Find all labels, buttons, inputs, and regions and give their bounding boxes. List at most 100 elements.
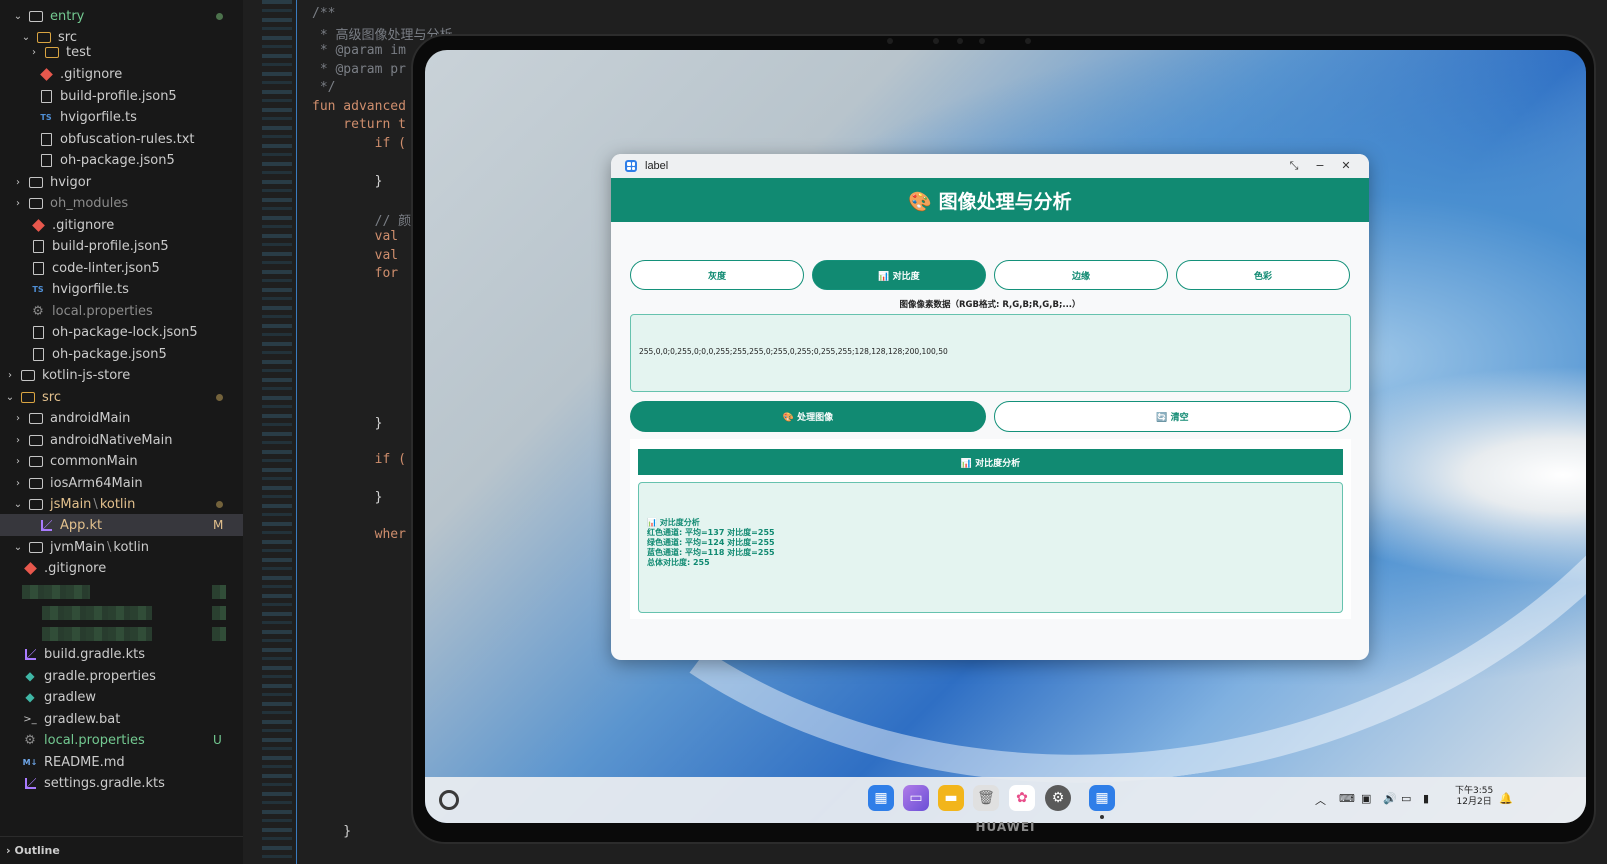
chevron-right-icon: ›: [6, 844, 11, 857]
launcher-icon[interactable]: ▦: [868, 785, 894, 811]
tree-label: .gitignore: [60, 66, 123, 82]
tree-label: entry: [50, 8, 85, 24]
pixel-data-input[interactable]: 255,0,0;0,255,0;0,0,255;255,255,0;255,0,…: [630, 314, 1351, 392]
tab-edge[interactable]: 边缘: [994, 260, 1168, 290]
tree-folder-androidmain[interactable]: › androidMain: [0, 407, 243, 429]
process-image-button[interactable]: 🎨 处理图像: [630, 401, 986, 432]
tree-folder-kotlin-js-store[interactable]: › kotlin-js-store: [0, 364, 243, 386]
chevron-right-icon: ›: [16, 434, 20, 446]
result-title: 📊 对比度分析: [638, 449, 1343, 475]
tree-file-build-gradle[interactable]: build.gradle.kts: [0, 643, 243, 665]
battery-icon[interactable]: ▮: [1423, 792, 1429, 805]
files-icon[interactable]: ▬: [938, 785, 964, 811]
folder-icon: [28, 476, 44, 490]
tree-file-obfuscation[interactable]: obfuscation-rules.txt: [0, 128, 243, 150]
code-line: val: [312, 248, 399, 263]
tree-file-oh-package[interactable]: oh-package.json5: [0, 149, 243, 171]
chevron-up-icon[interactable]: ︿: [1315, 792, 1326, 808]
tree-file-local-properties[interactable]: ⚙ local.properties U: [0, 729, 243, 751]
trash-icon[interactable]: 🗑: [973, 785, 999, 811]
clear-button[interactable]: 🔄 清空: [994, 401, 1351, 432]
chevron-down-icon: ⌄: [5, 391, 15, 403]
gallery-icon[interactable]: ▭: [903, 785, 929, 811]
close-window-button[interactable]: ✕: [1338, 158, 1354, 174]
tree-file-gradle-properties[interactable]: ◆ gradle.properties: [0, 665, 243, 687]
tree-file-readme[interactable]: M↓ README.md: [0, 751, 243, 773]
tab-grayscale[interactable]: 灰度: [630, 260, 804, 290]
tree-file-gitignore[interactable]: .gitignore: [0, 214, 243, 236]
taskbar: ▦ ▭ ▬ 🗑 ✿ ⚙ ▦ ︿ ⌨ ▣ 🔊 ▭ ▮ 下午3:55 12月2日 🔔: [425, 777, 1586, 823]
tree-label: kotlin-js-store: [42, 367, 131, 383]
code-line: }: [312, 824, 352, 839]
tree-file-gitignore[interactable]: .gitignore: [0, 557, 243, 579]
bell-icon[interactable]: 🔔: [1499, 792, 1513, 805]
pixel-data-label: 图像像素数据（RGB格式: R,G,B;R,G,B;...）: [899, 300, 1081, 310]
tree-folder-androidnativemain[interactable]: › androidNativeMain: [0, 429, 243, 451]
tree-label: .gitignore: [44, 560, 107, 576]
git-badge: M: [213, 518, 224, 532]
tree-file-app-kt[interactable]: App.kt M: [0, 514, 243, 536]
tree-label: build-profile.json5: [52, 238, 169, 254]
tree-file-oh-package[interactable]: oh-package.json5: [0, 343, 243, 365]
tree-file-gitignore[interactable]: .gitignore: [0, 63, 243, 85]
tree-file-build-profile[interactable]: build-profile.json5: [0, 235, 243, 257]
tree-file-hvigorfile[interactable]: TS hvigorfile.ts: [0, 278, 243, 300]
start-circle-icon[interactable]: [439, 790, 459, 810]
tree-file-oh-package-lock[interactable]: oh-package-lock.json5: [0, 321, 243, 343]
file-icon: [30, 325, 46, 339]
typescript-icon: TS: [32, 284, 44, 294]
tree-label: test: [66, 44, 91, 60]
ime-icon[interactable]: ▣: [1361, 792, 1371, 805]
outline-section-header[interactable]: › Outline: [0, 836, 243, 864]
tree-file-gradlew-bat[interactable]: >_ gradlew.bat: [0, 708, 243, 730]
tree-folder-jvmmain[interactable]: ⌄ jvmMain \ kotlin: [0, 536, 243, 558]
tree-folder-entry[interactable]: ⌄ entry: [0, 5, 243, 27]
tree-folder-src[interactable]: ⌄ src: [0, 386, 243, 408]
tree-file-hvigorfile[interactable]: TS hvigorfile.ts: [0, 106, 243, 128]
folder-icon: [28, 540, 44, 554]
tree-sublabel: kotlin: [113, 539, 149, 555]
tree-folder-hvigor[interactable]: › hvigor: [0, 171, 243, 193]
tree-file-settings-gradle[interactable]: settings.gradle.kts: [0, 772, 243, 794]
app-icon[interactable]: ▦: [1089, 785, 1115, 811]
gear-icon: ⚙: [32, 303, 44, 319]
code-line: }: [312, 174, 383, 189]
file-icon: [30, 239, 46, 253]
code-line: }: [312, 490, 383, 505]
display-icon[interactable]: ▭: [1401, 792, 1411, 805]
result-line: 蓝色通道: 平均=118 对比度=255: [647, 548, 775, 557]
page-title: 🎨 图像处理与分析: [611, 178, 1369, 222]
tab-color[interactable]: 色彩: [1176, 260, 1350, 290]
clock-date: 12月2日: [1456, 797, 1492, 807]
source-folder-icon: [44, 45, 60, 59]
tree-label: local.properties: [52, 303, 153, 319]
tree-folder-jsmain[interactable]: ⌄ jsMain \ kotlin: [0, 493, 243, 515]
tree-folder-commonmain[interactable]: › commonMain: [0, 450, 243, 472]
photos-icon[interactable]: ✿: [1009, 785, 1035, 811]
tree-folder-iosarm64main[interactable]: › iosArm64Main: [0, 472, 243, 494]
tree-file-build-profile[interactable]: build-profile.json5: [0, 85, 243, 107]
tree-file-gradlew[interactable]: ◆ gradlew: [0, 686, 243, 708]
camera-dot-icon: [933, 38, 939, 44]
tree-folder-oh-modules[interactable]: › oh_modules: [0, 192, 243, 214]
settings-icon[interactable]: ⚙: [1045, 785, 1071, 811]
file-explorer: ⌄ entry ⌄ src › test .gitignore build-profi…: [0, 0, 243, 864]
tree-label: iosArm64Main: [50, 475, 143, 491]
device-brand: HUAWEI: [975, 820, 1036, 834]
tree-folder-test[interactable]: › test: [0, 42, 243, 62]
keyboard-icon[interactable]: ⌨: [1339, 792, 1355, 805]
chevron-right-icon: ›: [8, 369, 12, 381]
tree-label: hvigorfile.ts: [60, 109, 137, 125]
restore-window-button[interactable]: ⤡: [1286, 158, 1302, 174]
tree-label: local.properties: [44, 732, 145, 748]
window-titlebar[interactable]: label ⤡ − ✕: [611, 154, 1369, 178]
volume-icon[interactable]: 🔊: [1383, 792, 1397, 805]
clock[interactable]: 下午3:55 12月2日: [1455, 786, 1493, 808]
tree-file-code-linter[interactable]: code-linter.json5: [0, 257, 243, 279]
tree-label: obfuscation-rules.txt: [60, 131, 195, 147]
tab-contrast[interactable]: 📊 对比度: [812, 260, 986, 290]
kotlin-icon: [38, 518, 54, 532]
minimize-window-button[interactable]: −: [1312, 158, 1328, 174]
tree-file-local-properties[interactable]: ⚙ local.properties: [0, 300, 243, 322]
tree-label: commonMain: [50, 453, 138, 469]
